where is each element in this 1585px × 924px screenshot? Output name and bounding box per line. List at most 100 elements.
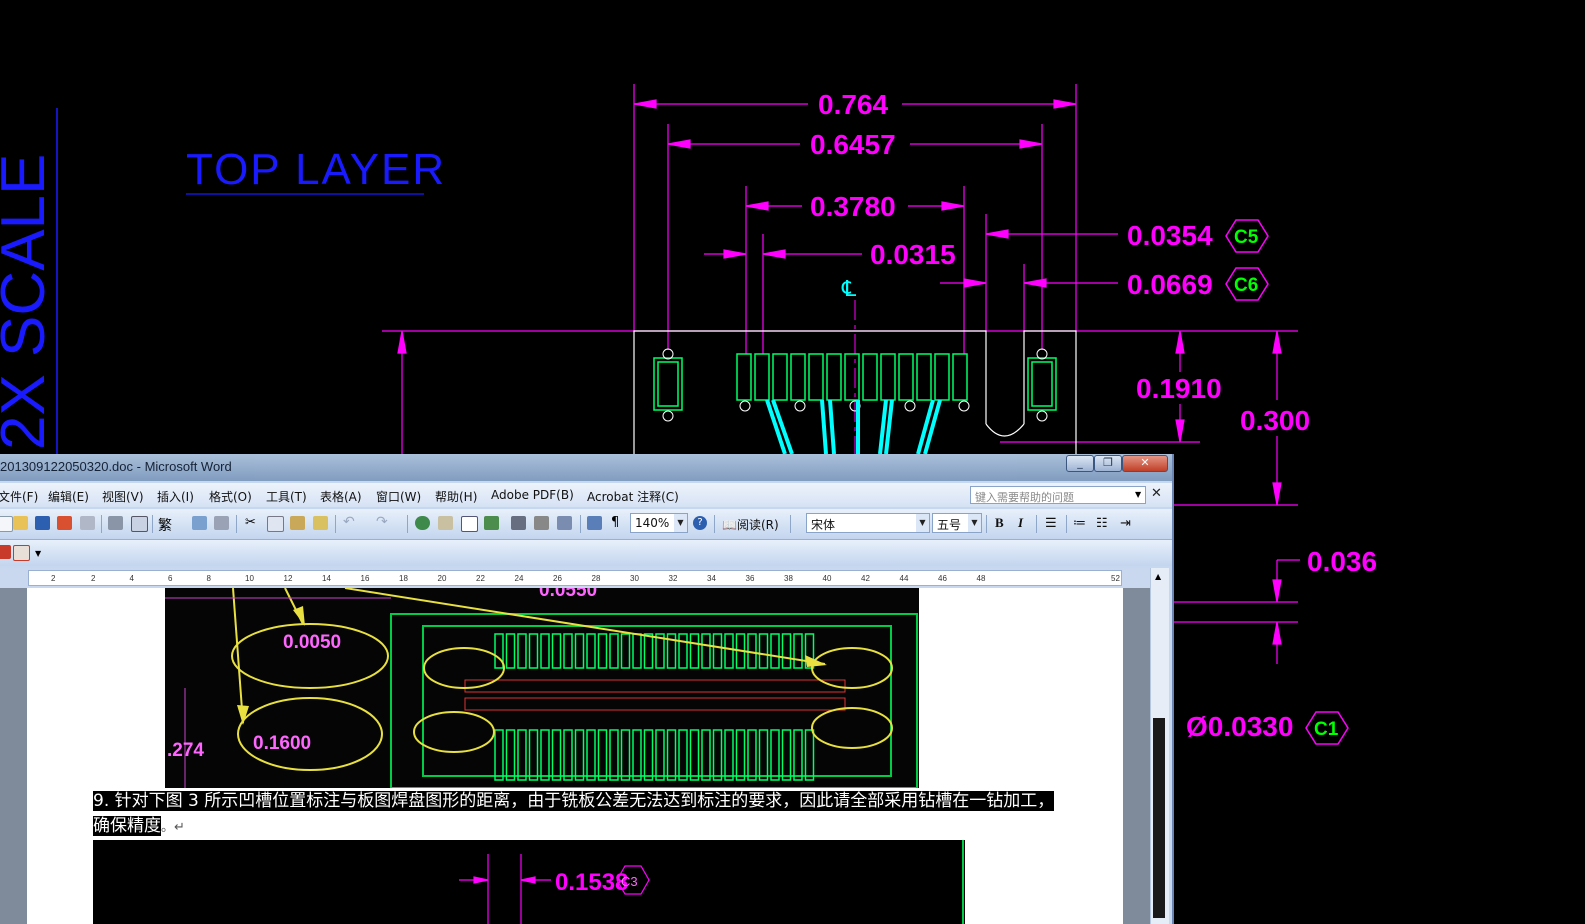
font-size-value: 五号	[937, 518, 962, 532]
insert-excel-icon[interactable]	[484, 516, 499, 530]
drawing-icon[interactable]	[534, 516, 549, 530]
dim-00315: 0.0315	[870, 239, 956, 270]
chevron-down-icon: ▼	[674, 514, 687, 532]
columns-icon[interactable]	[511, 516, 526, 530]
ruler-tick: 52	[1111, 574, 1120, 583]
font-name-value: 宋体	[811, 518, 836, 532]
permission-icon[interactable]	[57, 516, 72, 530]
new-document-icon[interactable]	[0, 516, 13, 532]
bullets-icon[interactable]: ☷	[1096, 515, 1108, 531]
ruler-tick: 40	[822, 574, 832, 583]
research-icon[interactable]	[214, 516, 229, 530]
ruler-tick: 20	[437, 574, 447, 583]
dim-0764: 0.764	[818, 89, 888, 120]
font-name-select[interactable]: 宋体 ▼	[806, 513, 930, 533]
bold-button[interactable]: B	[995, 515, 1004, 531]
toolbar-options-icon[interactable]: ▼	[35, 549, 41, 558]
indent-icon[interactable]: ⇥	[1120, 515, 1131, 531]
menu-tools[interactable]: 工具(T)	[266, 488, 307, 505]
menu-insert[interactable]: 插入(I)	[157, 488, 194, 505]
document-map-icon[interactable]	[557, 516, 572, 530]
ruler-tick: 12	[283, 574, 293, 583]
scroll-up-icon[interactable]: ▲	[1155, 572, 1161, 581]
menu-format[interactable]: 格式(O)	[209, 488, 252, 505]
menu-adobe-pdf[interactable]: Adobe PDF(B)	[491, 488, 574, 502]
restore-button[interactable]: ❐	[1094, 455, 1122, 472]
zoom-select[interactable]: 140% ▼	[630, 513, 688, 533]
save-icon[interactable]	[35, 516, 50, 530]
help-icon[interactable]: ?	[693, 516, 707, 530]
close-button[interactable]: ✕	[1122, 455, 1168, 472]
menu-bar: 文件(F) 编辑(E) 视图(V) 插入(I) 格式(O) 工具(T) 表格(A…	[0, 483, 1172, 507]
ruler-tick: 32	[668, 574, 678, 583]
print-preview-icon[interactable]	[131, 516, 148, 532]
ruler-tick: 16	[360, 574, 370, 583]
selected-text[interactable]: 9. 针对下图 3 所示凹槽位置标注与板图焊盘图形的距离，由于铣板公差无法达到标…	[93, 791, 1055, 836]
menu-edit[interactable]: 编辑(E)	[48, 488, 89, 505]
ruler-tick: 44	[899, 574, 909, 583]
figure-top-dim-0550: 0.0550	[539, 588, 597, 601]
minimize-button[interactable]: _	[1066, 455, 1094, 472]
pdf-toolbar: ▼	[0, 540, 1172, 566]
menu-acrobat-comment[interactable]: Acrobat 注释(C)	[587, 488, 679, 505]
read-mode-label: 阅读(R)	[736, 518, 779, 532]
tables-borders-icon[interactable]	[438, 516, 453, 530]
paragraph-mark-icon[interactable]: ¶	[611, 515, 619, 530]
font-size-select[interactable]: 五号 ▼	[932, 513, 982, 533]
title-bar[interactable]: 201309122050320.doc - Microsoft Word _ ❐…	[0, 454, 1172, 481]
undo-icon[interactable]: ↶	[343, 514, 355, 530]
numbering-icon[interactable]: ≔	[1073, 515, 1086, 531]
cut-icon[interactable]: ✂	[245, 515, 256, 530]
help-dropdown-icon[interactable]: ▼	[1135, 490, 1141, 499]
format-painter-icon[interactable]	[313, 516, 328, 530]
book-icon: 📖	[722, 518, 737, 532]
open-folder-icon[interactable]	[13, 516, 28, 530]
redo-icon[interactable]: ↷	[376, 514, 388, 530]
menu-view[interactable]: 视图(V)	[102, 488, 144, 505]
email-icon[interactable]	[80, 516, 95, 530]
copy-icon[interactable]	[267, 516, 284, 532]
help-search-input[interactable]: 键入需要帮助的问题	[970, 486, 1146, 504]
hyperlink-icon[interactable]	[415, 516, 430, 530]
show-hide-icon[interactable]	[587, 516, 602, 530]
ruler-tick: 2	[51, 574, 56, 583]
ruler-tick: 26	[553, 574, 562, 583]
dim-00354: 0.0354	[1127, 220, 1213, 251]
scrollbar-thumb[interactable]	[1153, 718, 1165, 918]
dim-06457: 0.6457	[810, 129, 896, 160]
ruler-tick: 6	[168, 574, 173, 583]
spelling-icon[interactable]	[192, 516, 207, 530]
insert-table-icon[interactable]	[461, 516, 478, 532]
paste-icon[interactable]	[290, 516, 305, 530]
scale-label: 2X SCALE	[0, 154, 58, 450]
read-mode-button[interactable]: 📖阅读(R)	[722, 516, 779, 533]
ruler-tick: 42	[861, 574, 870, 583]
traditional-chinese-icon[interactable]: 繁	[158, 515, 172, 535]
ruler-tick: 48	[976, 574, 986, 583]
callout-c6: C6	[1234, 275, 1258, 296]
menu-table[interactable]: 表格(A)	[320, 488, 362, 505]
pdf-convert-icon[interactable]	[0, 545, 11, 559]
print-icon[interactable]	[108, 516, 123, 530]
figure-bottom: 0.1538 C3	[93, 840, 965, 924]
vertical-scrollbar[interactable]: ▲	[1150, 568, 1169, 924]
figure-top: 0.0050 0.1600 .274 0.0550	[165, 588, 919, 788]
paragraph-9[interactable]: 9. 针对下图 3 所示凹槽位置标注与板图焊盘图形的距离，由于铣板公差无法达到标…	[93, 789, 1055, 840]
figure-top-dim-0050: 0.0050	[283, 632, 341, 653]
dim-hole-diameter: Ø0.0330	[1186, 711, 1293, 742]
layer-label: TOP LAYER	[186, 145, 446, 194]
dim-0036: 0.036	[1307, 546, 1377, 577]
menu-window[interactable]: 窗口(W)	[376, 488, 421, 505]
horizontal-ruler[interactable]: 2 2 4 6 8 10 12 14 16 18 20 22 24 26 28 30 32 34 36 38 40 42 4…	[0, 568, 1165, 588]
menu-help[interactable]: 帮助(H)	[435, 488, 477, 505]
close-document-icon[interactable]: ✕	[1151, 486, 1162, 501]
align-center-icon[interactable]: ☰	[1045, 515, 1057, 531]
document-page[interactable]: 0.0050 0.1600 .274 0.0550 9. 针对下图 3 所示凹槽…	[27, 588, 1123, 924]
figure-bottom-dim: 0.1538	[555, 869, 628, 896]
menu-file[interactable]: 文件(F)	[0, 488, 38, 505]
callout-c5: C5	[1234, 227, 1259, 248]
ruler-tick: 18	[399, 574, 408, 583]
ruler-tick: 34	[707, 574, 716, 583]
pdf-email-icon[interactable]	[13, 545, 30, 561]
italic-button[interactable]: I	[1018, 515, 1023, 531]
